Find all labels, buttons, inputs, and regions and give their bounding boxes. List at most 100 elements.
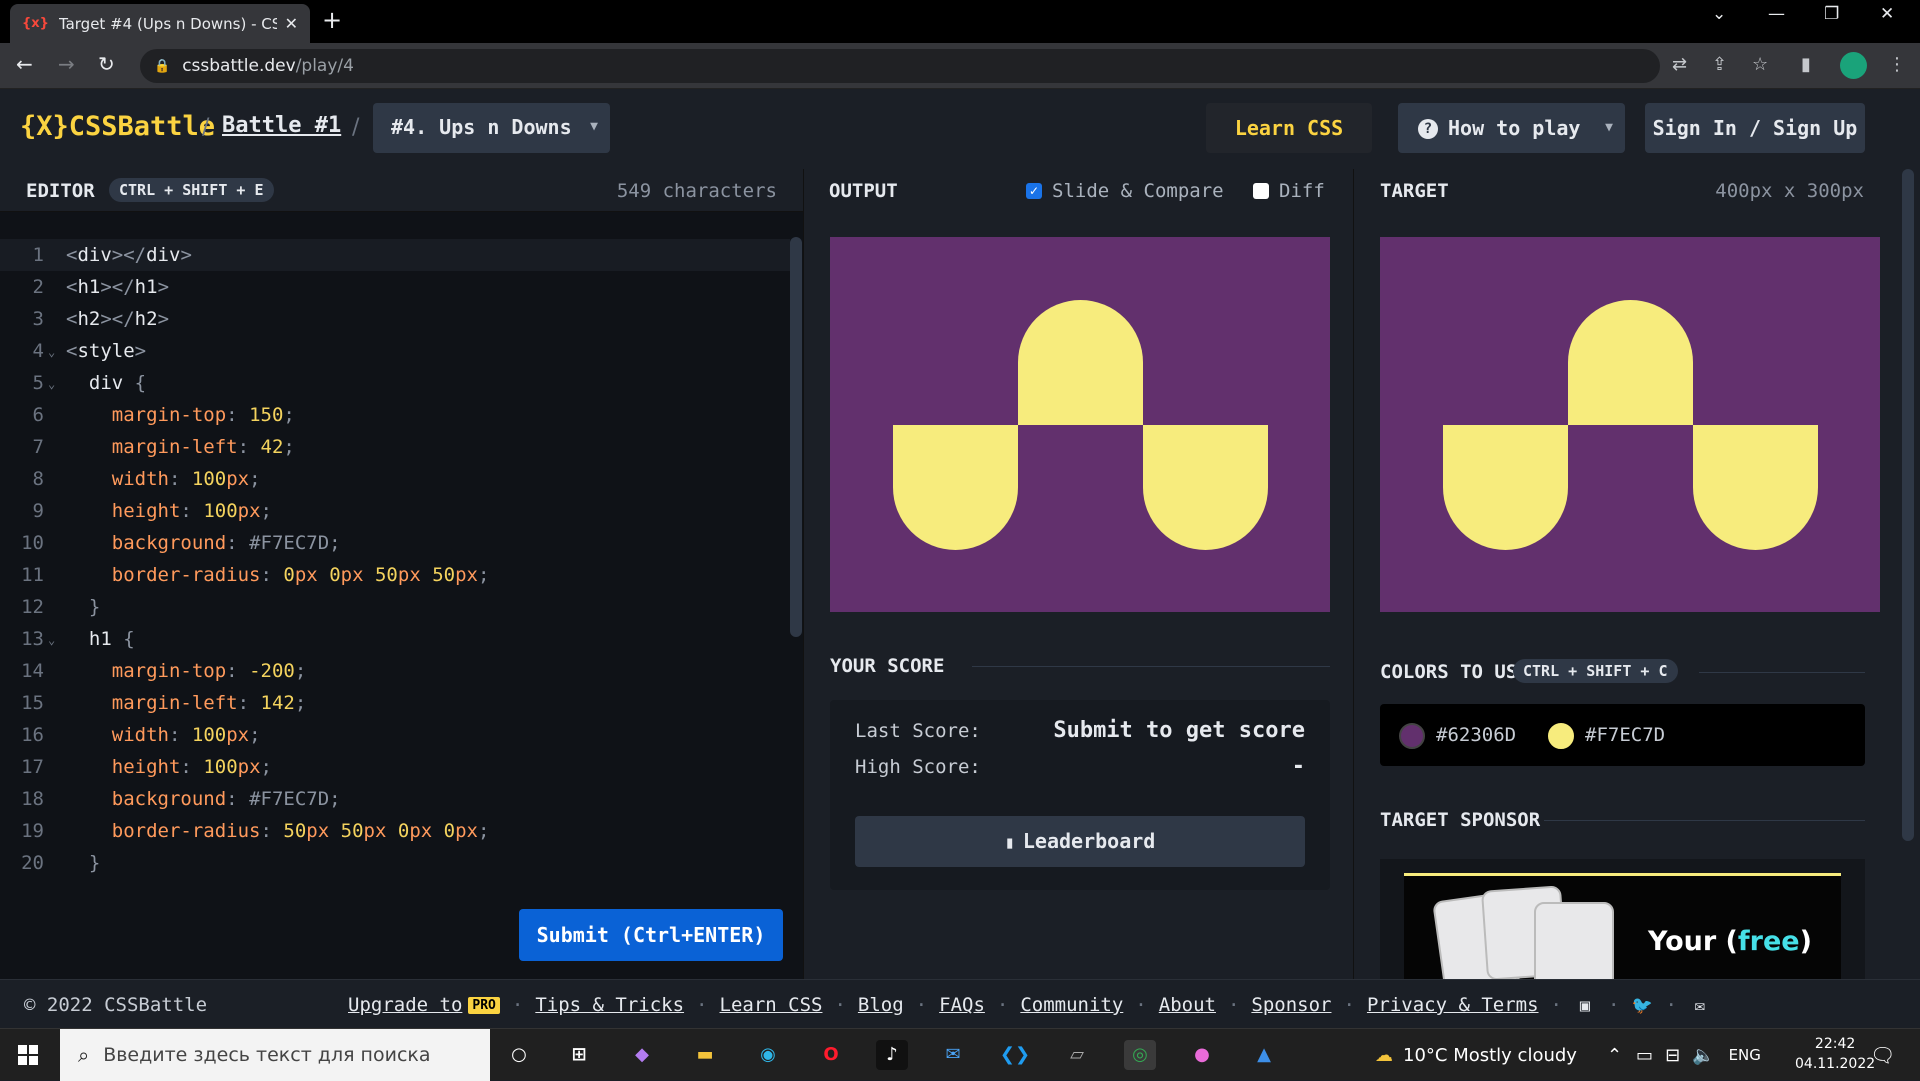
code-editor[interactable]: 1 <div></div> 2 <h1></h1> 3 <h2></h2> 4 ⌄ <st… <box>0 239 790 879</box>
email-icon[interactable]: ✉ <box>1689 996 1711 1016</box>
footer-link-learn-css[interactable]: Learn CSS <box>720 994 823 1016</box>
footer-link-upgrade[interactable]: Upgrade to PRO <box>348 994 500 1016</box>
battle-link[interactable]: Battle #1 <box>222 113 341 138</box>
taskbar-search[interactable]: ⌕ Введите здесь текст для поиска <box>60 1029 490 1081</box>
bookmark-star-icon[interactable]: ☆ <box>1752 54 1768 75</box>
footer-links: Upgrade to PRO · Tips & Tricks · Learn CS… <box>336 994 1723 1016</box>
weather-icon[interactable]: ☁ <box>1375 1045 1393 1066</box>
opera-icon[interactable]: O <box>815 1040 847 1070</box>
language-indicator[interactable]: ENG <box>1729 1046 1761 1064</box>
submit-button[interactable]: Submit (Ctrl+ENTER) <box>519 909 783 961</box>
target-select[interactable]: #4. Ups n Downs ▼ <box>373 103 610 153</box>
fold-icon[interactable]: ⌄ <box>48 368 55 400</box>
chevron-down-icon: ▼ <box>590 119 598 134</box>
code-line[interactable]: 10 background: #F7EC7D; <box>0 527 790 559</box>
paint-icon[interactable]: ● <box>1186 1040 1218 1070</box>
taskbar-clock[interactable]: 22:42 04.11.2022 <box>1795 1034 1875 1074</box>
diff-label[interactable]: Diff <box>1279 180 1325 202</box>
cssbattle-logo[interactable]: {X}CSSBattle <box>20 111 215 142</box>
footer-link-faqs[interactable]: FAQs <box>939 994 985 1016</box>
twitter-icon[interactable]: 🐦 <box>1631 996 1653 1016</box>
browser-tab[interactable]: {x} Target #4 (Ups n Downs) - CSSBa ✕ <box>10 4 310 43</box>
color-hex[interactable]: #62306D <box>1436 724 1516 746</box>
code-line[interactable]: 2 <h1></h1> <box>0 271 790 303</box>
code-line[interactable]: 13 ⌄ h1 { <box>0 623 790 655</box>
code-line[interactable]: 19 border-radius: 50px 50px 0px 0px; <box>0 815 790 847</box>
color-swatch-yellow[interactable] <box>1548 723 1574 749</box>
file-explorer-icon[interactable]: ▬ <box>689 1040 721 1070</box>
app-icon[interactable]: ▱ <box>1061 1040 1093 1070</box>
sponsor-banner[interactable]: Your (free) <box>1380 859 1865 979</box>
footer-link-privacy[interactable]: Privacy & Terms <box>1367 994 1539 1016</box>
footer-link-blog[interactable]: Blog <box>858 994 904 1016</box>
notification-icon[interactable]: 🗨 <box>1870 1043 1895 1067</box>
code-line[interactable]: 9 height: 100px; <box>0 495 790 527</box>
share-icon[interactable]: ⇪ <box>1712 54 1727 75</box>
code-line[interactable]: 16 width: 100px; <box>0 719 790 751</box>
output-canvas[interactable] <box>830 237 1330 612</box>
sign-in-button[interactable]: Sign In / Sign Up <box>1645 103 1865 153</box>
fold-icon[interactable]: ⌄ <box>48 336 55 368</box>
windows-start-icon[interactable] <box>18 1045 38 1065</box>
code-line[interactable]: 12 } <box>0 591 790 623</box>
learn-css-button[interactable]: Learn CSS <box>1206 103 1372 153</box>
close-window-icon[interactable]: ✕ <box>1880 4 1894 24</box>
task-view-icon[interactable]: ⊞ <box>563 1040 595 1070</box>
photos-icon[interactable]: ▲ <box>1248 1040 1280 1070</box>
code-line[interactable]: 15 margin-left: 142; <box>0 687 790 719</box>
color-hex[interactable]: #F7EC7D <box>1585 724 1665 746</box>
tiktok-icon[interactable]: ♪ <box>876 1040 908 1070</box>
visual-studio-icon[interactable]: ◆ <box>626 1040 658 1070</box>
side-panel-icon[interactable]: ▮ <box>1801 54 1811 75</box>
code-line[interactable]: 14 margin-top: -200; <box>0 655 790 687</box>
back-icon[interactable]: ← <box>16 52 33 76</box>
cortana-icon[interactable]: ○ <box>503 1040 535 1070</box>
reload-icon[interactable]: ↻ <box>98 52 115 76</box>
slide-compare-checkbox[interactable]: ✓ <box>1026 183 1042 199</box>
mail-icon[interactable]: ✉ <box>937 1040 969 1070</box>
footer-link-about[interactable]: About <box>1159 994 1216 1016</box>
footer-link-sponsor[interactable]: Sponsor <box>1251 994 1331 1016</box>
tab-search-icon[interactable]: ⌄ <box>1712 4 1726 24</box>
code-line[interactable]: 4 ⌄ <style> <box>0 335 790 367</box>
network-icon[interactable]: ⊟ <box>1665 1045 1680 1066</box>
code-line[interactable]: 11 border-radius: 0px 0px 50px 50px; <box>0 559 790 591</box>
forward-icon[interactable]: → <box>58 52 75 76</box>
vscode-icon[interactable]: ❮❯ <box>999 1040 1031 1070</box>
editor-scrollbar[interactable] <box>790 237 802 637</box>
code-line[interactable]: 6 margin-top: 150; <box>0 399 790 431</box>
battery-icon[interactable]: ▭ <box>1636 1045 1653 1066</box>
code-line[interactable]: 7 margin-left: 42; <box>0 431 790 463</box>
restore-icon[interactable]: ❐ <box>1824 4 1839 24</box>
code-line[interactable]: 8 width: 100px; <box>0 463 790 495</box>
url-field[interactable]: 🔒 cssbattle.dev /play/4 <box>140 49 1660 83</box>
footer-link-community[interactable]: Community <box>1020 994 1123 1016</box>
discord-icon[interactable]: ▣ <box>1574 996 1596 1016</box>
color-swatch-purple[interactable] <box>1399 723 1425 749</box>
diff-checkbox[interactable] <box>1253 183 1269 199</box>
translate-icon[interactable]: ⇄ <box>1672 54 1687 75</box>
code-line[interactable]: 1 <div></div> <box>0 239 790 271</box>
close-tab-icon[interactable]: ✕ <box>285 14 298 33</box>
page-scrollbar[interactable] <box>1902 169 1914 841</box>
chevron-up-icon[interactable]: ⌃ <box>1607 1045 1622 1066</box>
new-tab-icon[interactable]: + <box>322 6 342 34</box>
code-line[interactable]: 17 height: 100px; <box>0 751 790 783</box>
code-line[interactable]: 20 } <box>0 847 790 879</box>
footer-link-tips[interactable]: Tips & Tricks <box>535 994 684 1016</box>
sponsor-ad-image[interactable]: Your (free) <box>1404 873 1841 979</box>
code-line[interactable]: 18 background: #F7EC7D; <box>0 783 790 815</box>
edge-icon[interactable]: ◉ <box>752 1040 784 1070</box>
leaderboard-button[interactable]: ▮ Leaderboard <box>855 816 1305 867</box>
weather-text[interactable]: 10°C Mostly cloudy <box>1403 1045 1577 1066</box>
volume-icon[interactable]: 🔈 <box>1692 1045 1714 1066</box>
profile-avatar[interactable] <box>1840 52 1867 79</box>
minimize-icon[interactable]: — <box>1768 4 1785 24</box>
browser-menu-icon[interactable]: ⋮ <box>1888 54 1906 75</box>
code-line[interactable]: 5 ⌄ div { <box>0 367 790 399</box>
how-to-play-button[interactable]: ? How to play ▼ <box>1398 103 1625 153</box>
fold-icon[interactable]: ⌄ <box>48 624 55 656</box>
code-line[interactable]: 3 <h2></h2> <box>0 303 790 335</box>
slide-compare-label[interactable]: Slide & Compare <box>1052 180 1224 202</box>
chrome-icon[interactable]: ◎ <box>1124 1040 1156 1070</box>
